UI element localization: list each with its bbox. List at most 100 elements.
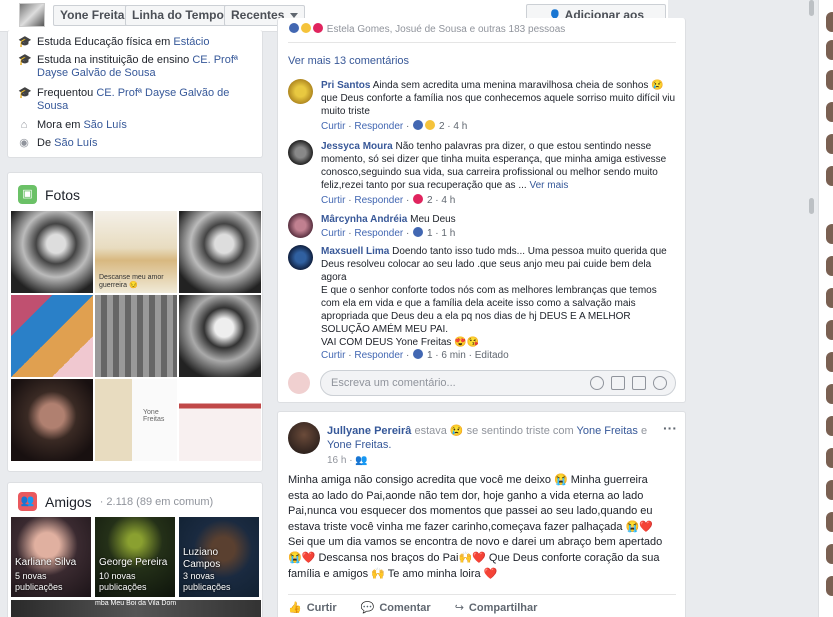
photos-header[interactable]: ▣ Fotos [18,185,80,204]
like-button[interactable]: Curtir [321,195,345,206]
photo-thumbnail[interactable] [11,295,93,377]
love-reaction-icon [413,194,424,204]
photo-thumbnail[interactable] [95,295,177,377]
post-time[interactable]: 16 h · 👥 [327,455,368,466]
comment-time[interactable]: 4 h [453,121,467,132]
reactions-summary[interactable]: Estela Gomes, Josué de Sousa e outras 18… [288,23,678,37]
view-more-comments-link[interactable]: Ver mais 13 comentários [288,55,409,67]
comment-input-icons [590,376,667,390]
comment-author[interactable]: Jessyca Moura [321,141,393,152]
comment-author[interactable]: Maxsuell Lima [321,246,389,257]
contact-avatar[interactable] [826,320,833,340]
intro-link[interactable]: Estácio [173,36,209,48]
avatar[interactable] [288,422,320,454]
like-button[interactable]: Curtir [321,350,345,361]
share-button[interactable]: ↪ Compartilhar [455,601,538,614]
contact-avatar[interactable] [826,544,833,564]
friend-tile[interactable]: Luziano Campos 3 novas publicações [179,517,259,597]
comment-actions: Curtir · Responder · 2 · 4 h [321,194,456,206]
friend-updates: 5 novas publicações [15,571,63,592]
contact-avatar[interactable] [826,102,833,122]
contact-avatar[interactable] [826,352,833,372]
contact-avatar[interactable] [826,576,833,596]
comment-time[interactable]: 1 h [441,228,455,239]
post-card: Estela Gomes, Josué de Sousa e outras 18… [277,18,686,403]
reaction-count[interactable]: 2 [427,195,433,206]
camera-icon[interactable] [611,376,625,390]
contact-avatar[interactable] [826,256,833,276]
intro-text: Estuda Educação física em Estácio [37,36,210,48]
photo-thumbnail[interactable]: Descanse meu amor guerreira 😔 [95,211,177,293]
avatar[interactable] [288,213,313,238]
contact-avatar[interactable] [826,224,833,244]
reaction-count[interactable]: 1 [427,350,433,361]
contact-avatar[interactable] [826,40,833,60]
comment-author[interactable]: Mârcynha Andréia [321,214,407,225]
reply-button[interactable]: Responder [354,121,403,132]
contact-avatar[interactable] [826,480,833,500]
comment-body: Mârcynha Andréia Meu Deus [321,213,676,226]
avatar[interactable] [288,140,313,165]
like-button[interactable]: 👍 Curtir [288,601,337,614]
contact-avatar[interactable] [826,512,833,532]
contact-avatar[interactable] [826,12,833,32]
contact-avatar[interactable] [826,448,833,468]
chat-sidebar [818,0,833,617]
friend-updates: 3 novas publicações [183,571,231,592]
comment-time[interactable]: 4 h [441,195,455,206]
intro-link[interactable]: São Luís [83,119,126,131]
tagged-user[interactable]: Yone Freitas. [327,439,391,451]
friend-tile-row-2[interactable]: mba Meu Boi da Vila Dom [11,600,261,617]
profile-thumbnail[interactable] [19,3,45,27]
see-more-link[interactable]: Ver mais [529,180,568,191]
contact-avatar[interactable] [826,416,833,436]
comment-actions: Curtir · Responder · 1 · 1 h [321,227,456,239]
reply-button[interactable]: Responder [354,195,403,206]
emoji-icon[interactable] [590,376,604,390]
contact-avatar[interactable] [826,288,833,308]
comment-body: Pri Santos Ainda sem acredita uma menina… [321,79,676,118]
reply-button[interactable]: Responder [354,228,403,239]
photo-thumbnail[interactable] [179,295,261,377]
like-button[interactable]: Curtir [321,121,345,132]
feeling-status: estava 😢 se sentindo triste com [414,425,574,437]
thumbs-up-icon: 👍 [288,602,302,614]
comment-button[interactable]: 💬 Comentar [361,601,431,614]
contact-avatar[interactable] [826,134,833,154]
divider [288,42,676,43]
scrollbar-thumb[interactable] [809,0,814,16]
like-button[interactable]: Curtir [321,228,345,239]
contact-avatar[interactable] [826,384,833,404]
friends-header[interactable]: 👥 Amigos · 2.118 (89 em comum) [18,492,213,511]
photo-thumbnail[interactable] [11,211,93,293]
location-pin-icon: ◉ [19,137,29,149]
tagged-user[interactable]: Yone Freitas [577,425,638,437]
photo-thumbnail[interactable] [11,379,93,461]
gif-icon[interactable] [632,376,646,390]
sticker-icon[interactable] [653,376,667,390]
avatar[interactable] [288,245,313,270]
photo-thumbnail[interactable]: Yone Freitas [95,379,177,461]
photo-thumbnail[interactable] [179,211,261,293]
comment-input[interactable]: Escreva um comentário... [320,370,676,396]
comment-actions: Curtir · Responder · 1 · 6 min · Editado [321,349,509,361]
scrollbar-thumb[interactable] [809,198,814,214]
comment-text: Ainda sem acredita uma menina maravilhos… [321,80,676,117]
edited-label[interactable]: Editado [475,350,509,361]
reaction-count[interactable]: 1 [427,228,433,239]
post-author[interactable]: Jullyane Pereirâ [327,425,411,437]
comment-time[interactable]: 6 min [441,350,465,361]
avatar[interactable] [288,79,313,104]
friend-tile[interactable]: Karliane Silva 5 novas publicações [11,517,91,597]
photo-thumbnail[interactable] [179,379,261,461]
contact-avatar[interactable] [826,70,833,90]
reply-button[interactable]: Responder [354,350,403,361]
friend-tile[interactable]: George Pereira 10 novas publicações [95,517,175,597]
intro-link[interactable]: São Luís [54,137,97,149]
intro-row-attended: 🎓 Frequentou CE. Profª Dayse Galvão de S… [18,87,258,113]
friend-name: Luziano Campos [183,547,221,570]
reaction-count[interactable]: 2 [439,121,445,132]
contact-avatar[interactable] [826,166,833,186]
more-options-icon[interactable]: ··· [663,420,677,436]
comment-author[interactable]: Pri Santos [321,80,370,91]
